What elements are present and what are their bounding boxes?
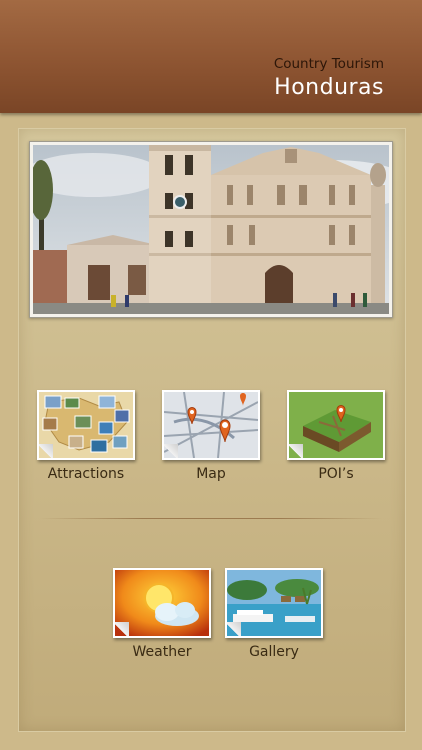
pois-label: POI’s xyxy=(318,466,354,482)
app-title: Honduras xyxy=(274,75,384,100)
attractions-icon xyxy=(37,390,135,460)
attractions-button[interactable]: Attractions xyxy=(37,390,135,482)
pois-button[interactable]: POI’s xyxy=(287,390,385,482)
gallery-label: Gallery xyxy=(249,644,299,660)
weather-button[interactable]: Weather xyxy=(113,568,211,660)
map-icon xyxy=(162,390,260,460)
weather-icon xyxy=(113,568,211,638)
gallery-button[interactable]: Gallery xyxy=(225,568,323,660)
hero-photo-cathedral xyxy=(29,141,393,318)
weather-label: Weather xyxy=(132,644,192,660)
app-subtitle: Country Tourism xyxy=(273,56,384,72)
attractions-label: Attractions xyxy=(47,466,125,482)
map-button[interactable]: Map xyxy=(162,390,260,482)
section-divider xyxy=(40,518,382,519)
map-label: Map xyxy=(196,466,226,482)
pois-icon xyxy=(287,390,385,460)
app-header: Country Tourism Honduras xyxy=(0,0,422,113)
gallery-icon xyxy=(225,568,323,638)
